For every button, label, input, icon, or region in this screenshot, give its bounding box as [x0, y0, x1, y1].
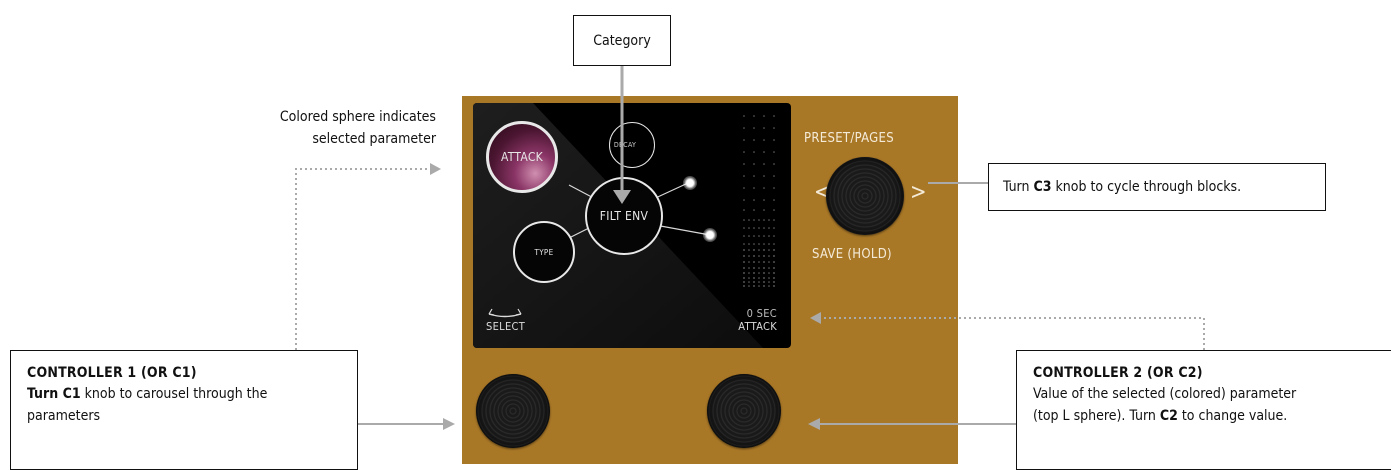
c1-line2: parameters	[27, 408, 101, 424]
c2-bold: C2	[1159, 408, 1178, 424]
c2-title: CONTROLLER 2 (OR C2)	[1033, 365, 1203, 381]
c3-text-pre: Turn	[1003, 179, 1034, 195]
c2-line2: (top L sphere). Turn C2 to change value.	[1033, 405, 1391, 427]
c1-callout: CONTROLLER 1 (OR C1) Turn C1 knob to car…	[10, 350, 358, 470]
c1-line1-post: knob to carousel through the	[80, 386, 268, 402]
sphere-hint: Colored sphere indicates selected parame…	[200, 106, 436, 150]
category-label: Category	[593, 32, 651, 49]
c3-callout-text: Turn C3 knob to cycle through blocks.	[1003, 176, 1241, 198]
c2-line2-post: to change value.	[1177, 408, 1288, 424]
sphere-hint-line1: Colored sphere indicates	[279, 109, 436, 125]
c3-text-bold: C3	[1033, 179, 1052, 195]
c1-line1: Turn C1 knob to carousel through the	[27, 383, 357, 405]
c2-line1: Value of the selected (colored) paramete…	[1033, 386, 1297, 402]
c2-callout: CONTROLLER 2 (OR C2) Value of the select…	[1016, 350, 1391, 470]
c3-callout: Turn C3 knob to cycle through blocks.	[988, 163, 1326, 211]
sphere-hint-line2: selected parameter	[312, 131, 436, 147]
category-callout: Category	[573, 15, 671, 66]
c1-title: CONTROLLER 1 (OR C1)	[27, 365, 197, 381]
c2-line2-pre: (top L sphere). Turn	[1033, 408, 1160, 424]
c1-bold: Turn C1	[27, 386, 81, 402]
c3-text-post: knob to cycle through blocks.	[1051, 179, 1242, 195]
